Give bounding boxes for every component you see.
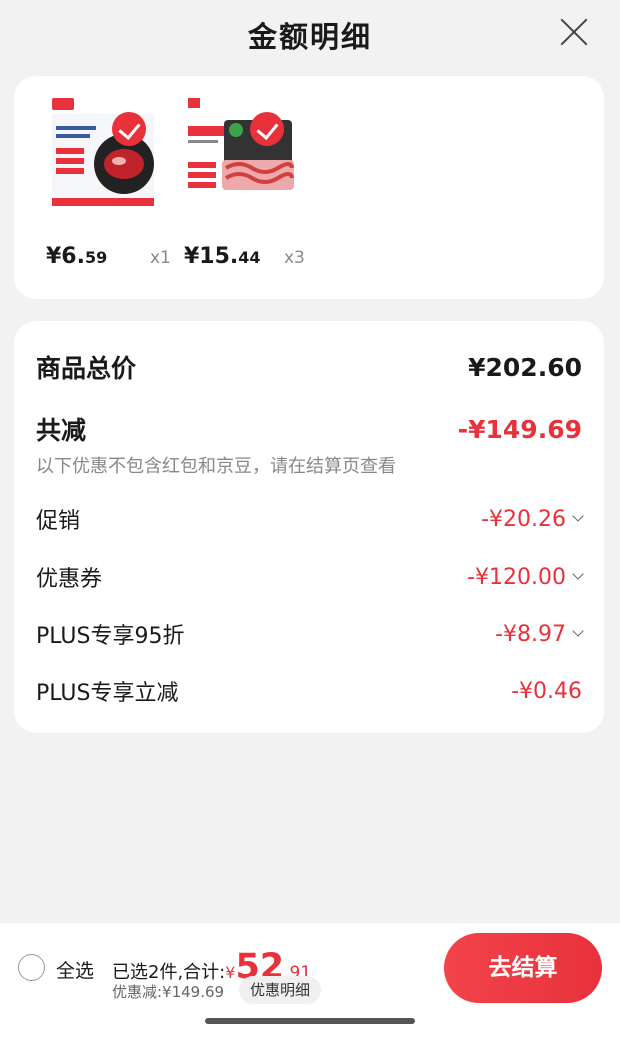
plus-discount-label: PLUS专享95折 [36,624,185,649]
chevron-down-icon[interactable] [572,625,584,637]
total-value: ¥202.60 [468,352,582,382]
price-summary-card: 商品总价 ¥202.60 共减 -¥149.69 以下优惠不包含红包和京豆，请在… [14,321,604,733]
discount-detail-button[interactable]: 优惠明细 [239,976,322,1004]
product-thumbnail[interactable] [184,98,298,212]
beef-roll-image [184,98,298,212]
product-card: ¥6.59 x1 ¥15.44 x3 [14,76,604,299]
total-row: 商品总价 ¥202.60 [36,349,582,385]
reduce-row: 共减 -¥149.69 [36,411,582,447]
coupon-label: 优惠券 [36,567,103,592]
promotion-row[interactable]: 促销 -¥20.26 [36,503,584,535]
checkout-bar: 全选 已选2件,合计:¥52.91 优惠减:¥149.69 优惠明细 去结算 z… [0,923,620,1038]
product-price: ¥6.59 [46,244,108,269]
product-qty: x1 [150,248,171,268]
coupon-row[interactable]: 优惠券 -¥120.00 [36,561,584,593]
page-title: 金额明细 [247,20,372,54]
reduce-value: -¥149.69 [457,414,582,444]
promotion-label: 促销 [36,509,81,534]
product-item[interactable]: ¥15.44 x3 [184,98,314,269]
chevron-down-icon[interactable] [572,510,584,522]
watermark: zhizhizhi.com [484,1015,610,1034]
select-all-label[interactable]: 全选 [56,956,94,983]
home-indicator [205,1018,415,1024]
plus-reduce-value: -¥0.46 [511,678,582,704]
plus-reduce-row: PLUS专享立减 -¥0.46 [36,675,582,707]
select-all-radio[interactable] [18,954,45,981]
reduce-label: 共减 [36,416,87,445]
chevron-down-icon[interactable] [572,568,584,580]
check-icon [112,112,146,146]
check-icon [250,112,284,146]
discount-note: 以下优惠不包含红包和京豆，请在结算页查看 [36,456,396,477]
header: 金额明细 [0,0,620,70]
checkout-button[interactable]: 去结算 [444,933,602,1003]
product-thumbnail[interactable] [46,98,160,212]
beef-steak-image [46,98,160,212]
product-price: ¥15.44 [184,244,261,269]
total-label: 商品总价 [36,354,137,383]
plus-reduce-label: PLUS专享立减 [36,681,179,706]
plus-discount-row[interactable]: PLUS专享95折 -¥8.97 [36,618,584,650]
product-qty: x3 [284,248,305,268]
promotion-value[interactable]: -¥20.26 [481,507,584,532]
close-icon[interactable] [556,14,592,50]
discount-total: 优惠减:¥149.69 [112,983,225,1001]
plus-discount-value[interactable]: -¥8.97 [495,622,584,647]
coupon-value[interactable]: -¥120.00 [467,565,584,590]
product-item[interactable]: ¥6.59 x1 [46,98,176,269]
